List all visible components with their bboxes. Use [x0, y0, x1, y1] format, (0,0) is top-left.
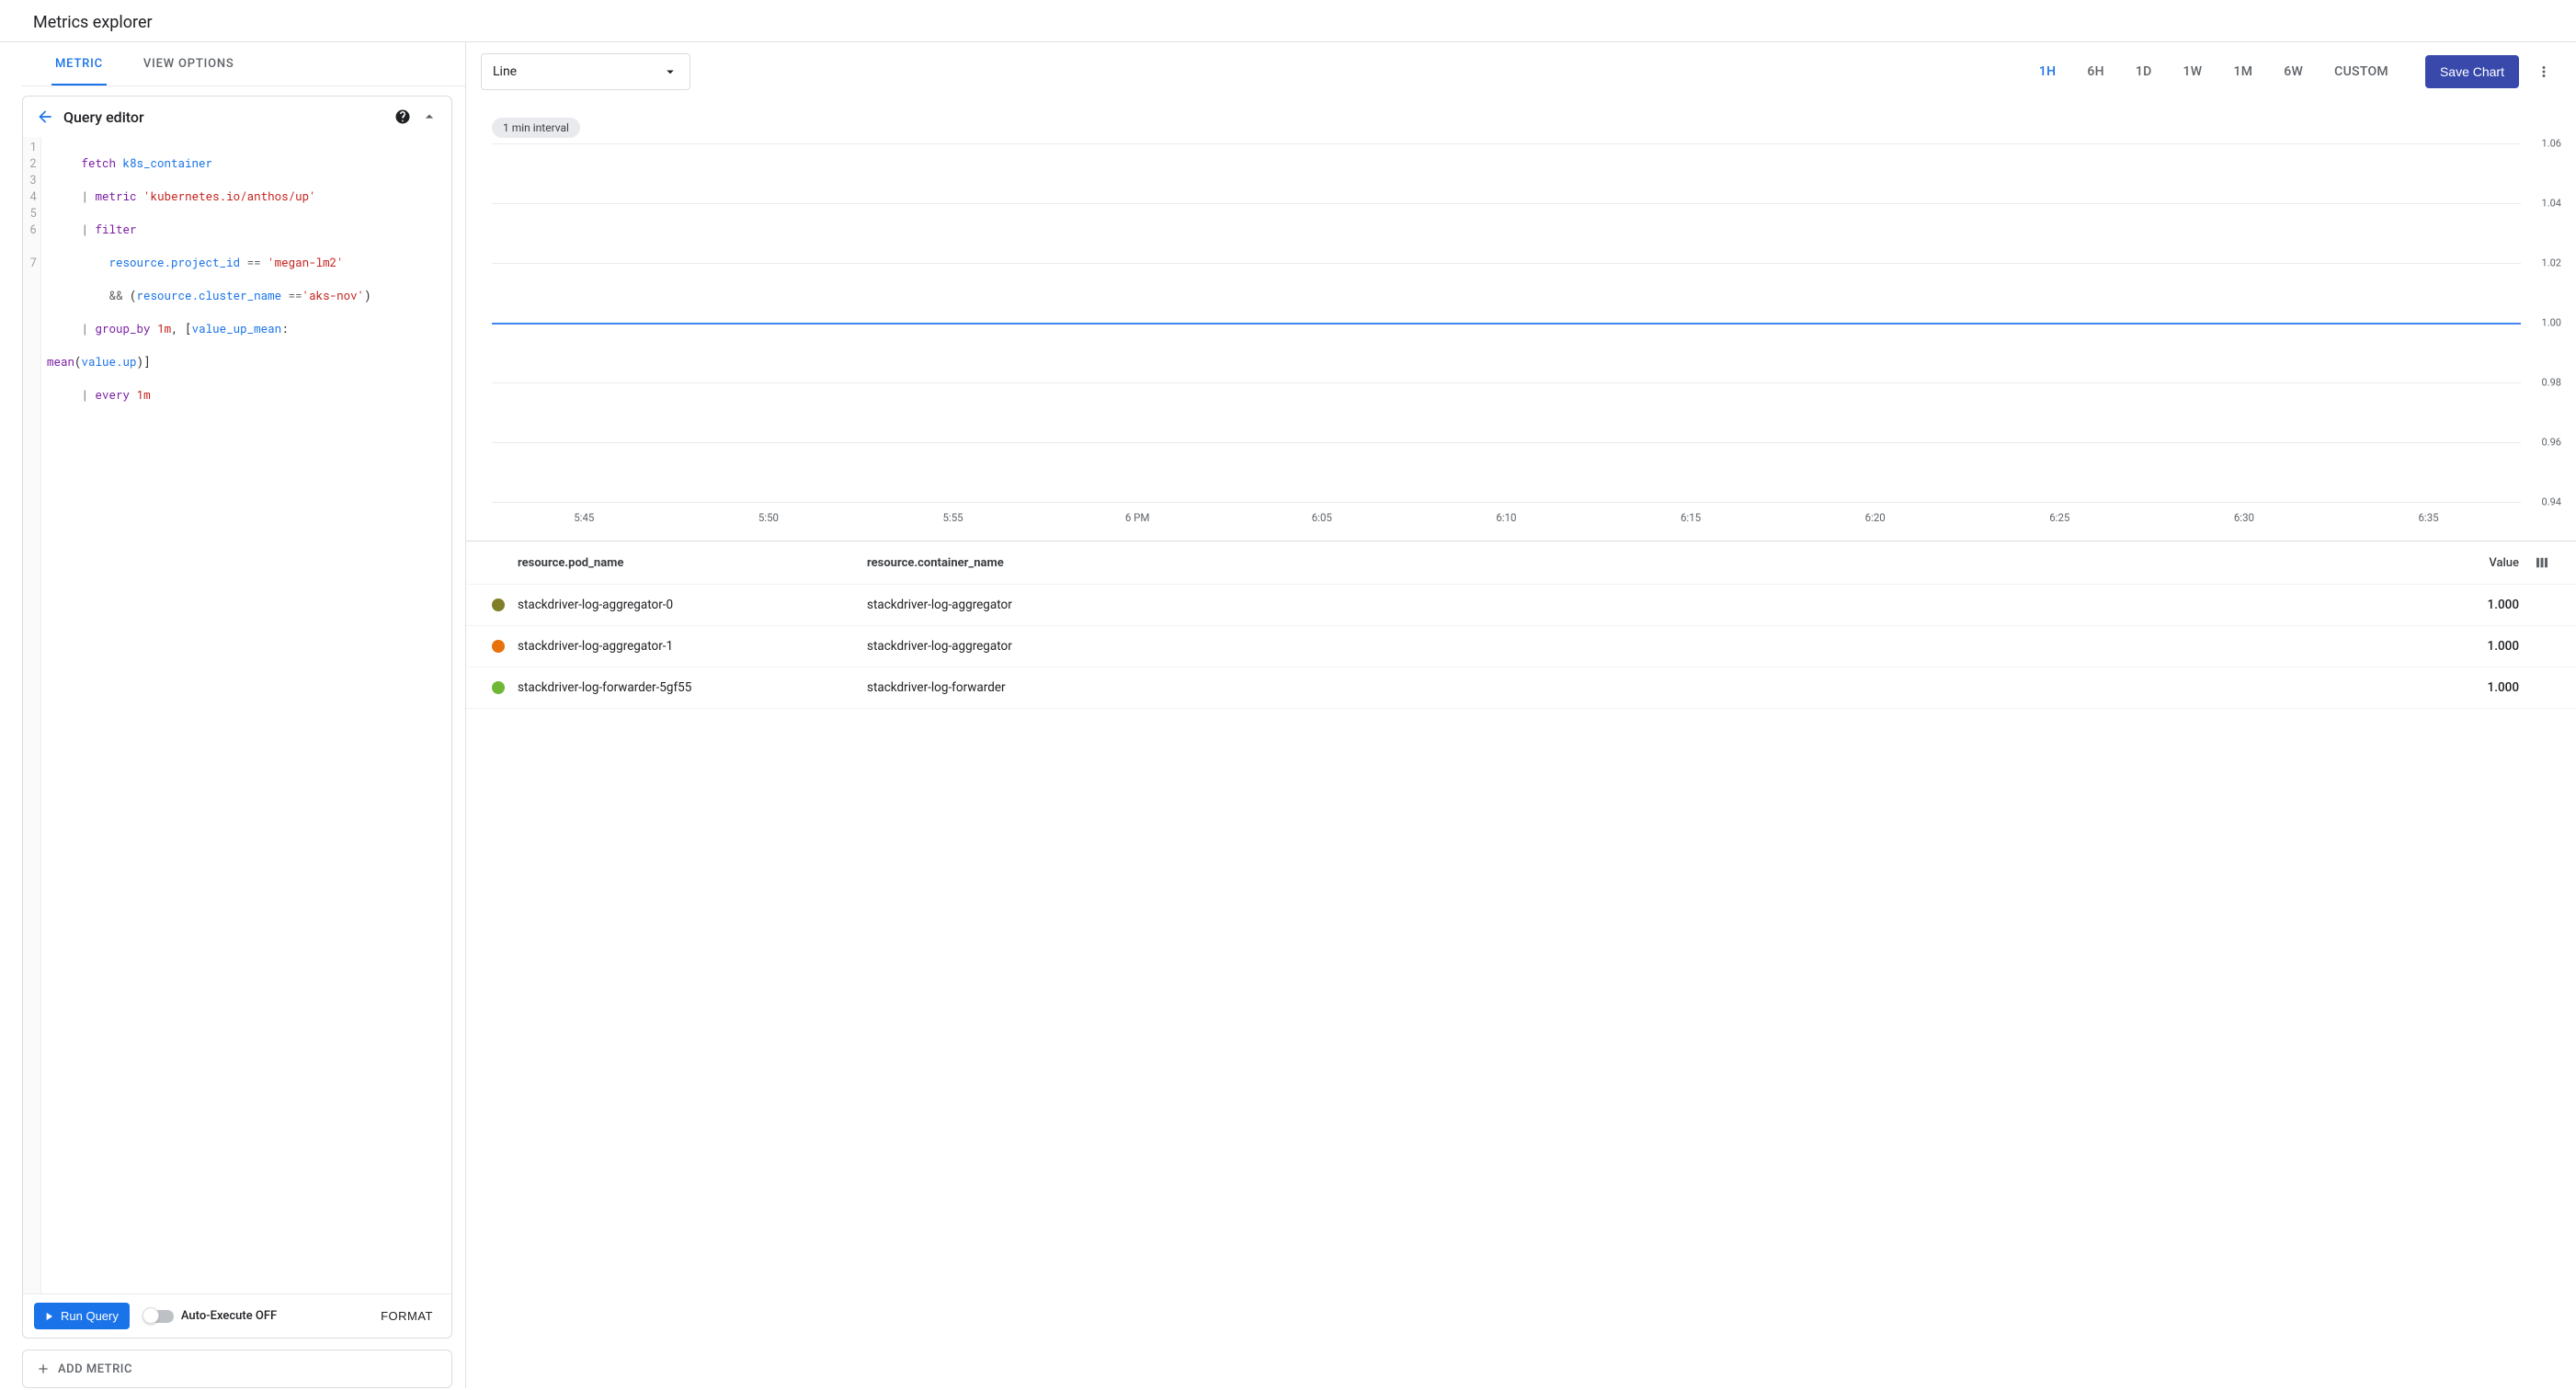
gridline	[492, 382, 2521, 383]
gridline	[492, 203, 2521, 204]
more-vert-icon[interactable]	[2536, 63, 2552, 80]
x-tick-label: 6:30	[2152, 511, 2337, 524]
line-number-gutter: 1234567	[23, 137, 41, 1293]
interval-chip: 1 min interval	[492, 118, 580, 138]
x-tick-label: 5:50	[677, 511, 861, 524]
header-pod-name[interactable]: resource.pod_name	[518, 556, 867, 570]
format-button[interactable]: FORMAT	[373, 1302, 440, 1330]
series-line[interactable]	[492, 323, 2521, 325]
y-tick-label: 0.96	[2542, 436, 2561, 448]
time-range-1d[interactable]: 1D	[2132, 59, 2156, 85]
table-row[interactable]: stackdriver-log-aggregator-1stackdriver-…	[466, 626, 2576, 667]
table-row[interactable]: stackdriver-log-aggregator-0stackdriver-…	[466, 585, 2576, 626]
time-range-1h[interactable]: 1H	[2035, 59, 2060, 85]
legend-table: resource.pod_name resource.container_nam…	[466, 541, 2576, 709]
chart: 1 min interval 1.061.041.021.000.980.960…	[466, 101, 2576, 541]
run-query-label: Run Query	[61, 1309, 119, 1323]
time-range-group: 1H 6H 1D 1W 1M 6W CUSTOM	[2035, 59, 2392, 85]
x-tick-label: 6:25	[1967, 511, 2152, 524]
header-value[interactable]: Value	[2445, 556, 2519, 570]
gridline	[492, 263, 2521, 264]
tab-metric[interactable]: METRIC	[51, 42, 107, 85]
add-metric-button[interactable]: ADD METRIC	[22, 1350, 452, 1388]
save-chart-button[interactable]: Save Chart	[2425, 55, 2519, 88]
chart-type-value: Line	[493, 64, 517, 79]
cell-pod-name: stackdriver-log-aggregator-1	[518, 639, 867, 654]
time-range-1w[interactable]: 1W	[2180, 59, 2206, 85]
code-content[interactable]: fetch k8s_container | metric 'kubernetes…	[41, 137, 451, 1293]
time-range-custom[interactable]: CUSTOM	[2331, 59, 2392, 85]
series-color-dot	[492, 681, 505, 694]
y-tick-label: 0.94	[2542, 496, 2561, 508]
auto-execute-toggle[interactable]	[144, 1310, 174, 1323]
gridline	[492, 143, 2521, 144]
gridline	[492, 442, 2521, 443]
auto-execute-label: Auto-Execute OFF	[181, 1309, 277, 1323]
x-tick-label: 6:10	[1414, 511, 1599, 524]
cell-container-name: stackdriver-log-forwarder	[867, 680, 2445, 695]
chart-plot-area[interactable]: 1.061.041.021.000.980.960.94	[492, 143, 2521, 502]
x-tick-label: 5:55	[861, 511, 1045, 524]
y-tick-label: 1.02	[2542, 256, 2561, 268]
caret-down-icon	[662, 63, 678, 80]
table-row[interactable]: stackdriver-log-forwarder-5gf55stackdriv…	[466, 667, 2576, 709]
x-tick-label: 6:20	[1783, 511, 1967, 524]
play-icon	[42, 1310, 55, 1323]
config-panel: METRIC VIEW OPTIONS Query editor 1234567…	[0, 42, 466, 1388]
header-container-name[interactable]: resource.container_name	[867, 556, 2445, 570]
chart-type-select[interactable]: Line	[481, 53, 690, 90]
query-editor-title: Query editor	[63, 108, 385, 126]
time-range-6h[interactable]: 6H	[2083, 59, 2108, 85]
cell-pod-name: stackdriver-log-forwarder-5gf55	[518, 680, 867, 695]
code-editor[interactable]: 1234567 fetch k8s_container | metric 'ku…	[23, 137, 451, 1293]
help-icon[interactable]	[394, 108, 411, 125]
query-editor-card: Query editor 1234567 fetch k8s_container…	[22, 96, 452, 1339]
columns-icon[interactable]	[2534, 554, 2550, 571]
y-tick-label: 1.00	[2542, 317, 2561, 329]
cell-value: 1.000	[2445, 598, 2519, 612]
x-tick-label: 6:15	[1599, 511, 1784, 524]
plus-icon	[36, 1362, 51, 1376]
cell-container-name: stackdriver-log-aggregator	[867, 598, 2445, 612]
time-range-1m[interactable]: 1M	[2229, 59, 2256, 85]
chart-toolbar: Line 1H 6H 1D 1W 1M 6W CUSTOM Save Chart	[466, 42, 2576, 101]
x-axis: 5:455:505:556 PM6:056:106:156:206:256:30…	[492, 506, 2521, 541]
config-tabs: METRIC VIEW OPTIONS	[22, 42, 465, 86]
table-header: resource.pod_name resource.container_nam…	[466, 541, 2576, 585]
page-title: Metrics explorer	[0, 0, 2576, 42]
x-tick-label: 6:35	[2336, 511, 2521, 524]
gridline	[492, 502, 2521, 503]
x-tick-label: 6:05	[1230, 511, 1415, 524]
collapse-icon[interactable]	[420, 108, 439, 126]
series-color-dot	[492, 640, 505, 653]
tab-view-options[interactable]: VIEW OPTIONS	[140, 42, 238, 85]
series-color-dot	[492, 598, 505, 611]
cell-value: 1.000	[2445, 639, 2519, 654]
x-tick-label: 6 PM	[1045, 511, 1230, 524]
run-query-button[interactable]: Run Query	[34, 1303, 130, 1329]
back-arrow-icon[interactable]	[36, 108, 54, 126]
time-range-6w[interactable]: 6W	[2280, 59, 2307, 85]
cell-value: 1.000	[2445, 680, 2519, 695]
add-metric-label: ADD METRIC	[58, 1362, 132, 1376]
x-tick-label: 5:45	[492, 511, 677, 524]
cell-container-name: stackdriver-log-aggregator	[867, 639, 2445, 654]
cell-pod-name: stackdriver-log-aggregator-0	[518, 598, 867, 612]
y-tick-label: 1.04	[2542, 198, 2561, 210]
y-tick-label: 1.06	[2542, 138, 2561, 150]
y-tick-label: 0.98	[2542, 377, 2561, 389]
